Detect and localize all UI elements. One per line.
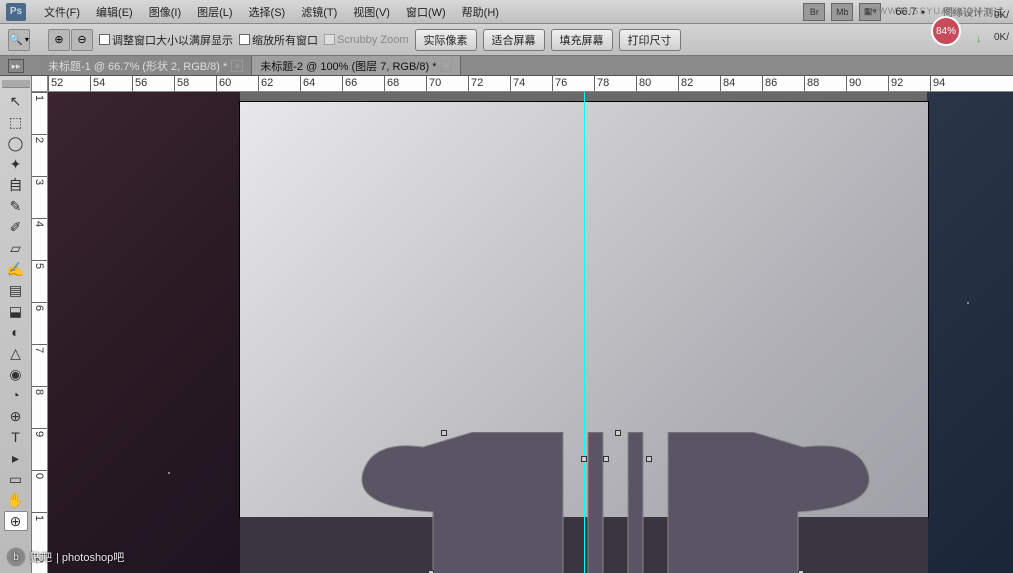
actual-pixels-button[interactable]: 实际像素 [415,29,477,51]
canvas-bg-right [927,92,1013,573]
menu-bar: Ps 文件(F) 编辑(E) 图像(I) 图层(L) 选择(S) 滤镜(T) 视… [0,0,1013,24]
menu-file[interactable]: 文件(F) [36,4,88,20]
close-icon[interactable]: × [440,60,452,72]
menu-select[interactable]: 选择(S) [241,4,294,20]
menu-help[interactable]: 帮助(H) [454,4,507,20]
options-bar: 🔍▾ ⊕ ⊖ 调整窗口大小以满屏显示 缩放所有窗口 Scrubby Zoom 实… [0,24,1013,56]
hand-tool[interactable]: ✋ [4,490,28,510]
pen-tool[interactable]: ◔ [4,385,28,405]
move-tool[interactable]: ↖ [4,91,28,111]
canvas-bg-left [48,92,240,573]
minibridge-icon[interactable]: Mb [831,3,853,21]
lasso-tool[interactable]: ◯ [4,133,28,153]
healing-tool[interactable]: ✐ [4,217,28,237]
tools-panel: ↖ ⬚ ◯ ✦ ⾃ ✎ ✐ ▱ ✍ ▤ ⬓ ◐ △ ◉ ◔ ⊕ T ▸ ▭ ✋ … [0,76,32,573]
status-ok-2: 0K/ [994,32,1009,43]
document-viewport[interactable] [48,92,1013,573]
zoom-all-checkbox[interactable]: 缩放所有窗口 [239,32,318,48]
menu-layer[interactable]: 图层(L) [189,4,240,20]
status-ok-1: 0K/ [994,10,1009,21]
print-size-button[interactable]: 打印尺寸 [619,29,681,51]
marquee-tool[interactable]: ⬚ [4,112,28,132]
fill-screen-button[interactable]: 填充屏幕 [551,29,613,51]
zoom-mode-group: ⊕ ⊖ [48,29,93,51]
close-icon[interactable]: × [231,60,243,72]
transform-handle[interactable] [615,430,621,436]
workspace: ↖ ⬚ ◯ ✦ ⾃ ✎ ✐ ▱ ✍ ▤ ⬓ ◐ △ ◉ ◔ ⊕ T ▸ ▭ ✋ … [0,76,1013,573]
3d-tool[interactable]: ▭ [4,469,28,489]
zoom-in-icon[interactable]: ⊕ [48,29,70,51]
document-tab-bar: 未标题-1 @ 66.7% (形状 2, RGB/8) * × 未标题-2 @ … [0,56,1013,76]
watermark-url: WWW.MISSYUAN.COM [869,6,983,16]
path-select-tool[interactable]: T [4,427,28,447]
transform-handle[interactable] [603,456,609,462]
vector-shape [353,432,873,573]
bridge-icon[interactable]: Br [803,3,825,21]
menu-view[interactable]: 视图(V) [345,4,398,20]
crop-tool[interactable]: ⾃ [4,175,28,195]
zoom-tool-preset[interactable]: 🔍▾ [8,29,30,51]
document-tab-1[interactable]: 未标题-1 @ 66.7% (形状 2, RGB/8) * × [40,56,252,75]
collapse-panels-icon[interactable]: ▸▸ [8,59,24,73]
stamp-tool[interactable]: ✍ [4,259,28,279]
download-arrow-icon: ↓ [976,34,981,45]
watermark-label: | photoshop吧 [56,549,124,565]
menu-window[interactable]: 窗口(W) [398,4,454,20]
dodge-tool[interactable]: ◉ [4,364,28,384]
eyedropper-tool[interactable]: ✎ [4,196,28,216]
eraser-tool[interactable]: ⬓ [4,301,28,321]
transform-handle[interactable] [441,430,447,436]
transform-handle[interactable] [581,456,587,462]
shape-tool[interactable]: ▸ [4,448,28,468]
blur-tool[interactable]: △ [4,343,28,363]
canvas-area: 5254565860626466687072747678808284868890… [32,76,1013,573]
resize-window-checkbox[interactable]: 调整窗口大小以满屏显示 [99,32,233,48]
panel-grip[interactable] [2,80,30,88]
transform-handle[interactable] [646,456,652,462]
menu-filter[interactable]: 滤镜(T) [293,4,345,20]
progress-badge: 84% [931,16,961,46]
menu-image[interactable]: 图像(I) [141,4,189,20]
type-tool[interactable]: ⊕ [4,406,28,426]
brush-tool[interactable]: ▱ [4,238,28,258]
vertical-ruler[interactable]: 123456789012 [32,92,48,573]
ruler-origin[interactable] [32,76,48,92]
app-logo: Ps [6,3,26,21]
vertical-guide[interactable] [584,92,585,573]
gradient-tool[interactable]: ◐ [4,322,28,342]
baidu-logo-icon: b [6,547,26,567]
watermark-brand: 贴吧 [30,549,52,565]
document-tab-2[interactable]: 未标题-2 @ 100% (图层 7, RGB/8) * × [252,56,461,75]
scrubby-zoom-checkbox: Scrubby Zoom [324,34,409,46]
history-brush-tool[interactable]: ▤ [4,280,28,300]
tab-title: 未标题-1 @ 66.7% (形状 2, RGB/8) * [48,58,227,74]
menu-edit[interactable]: 编辑(E) [88,4,141,20]
tab-title: 未标题-2 @ 100% (图层 7, RGB/8) * [260,58,436,74]
magic-wand-tool[interactable]: ✦ [4,154,28,174]
zoom-tool[interactable]: ⊕ [4,511,28,531]
zoom-out-icon[interactable]: ⊖ [71,29,93,51]
fit-screen-button[interactable]: 适合屏幕 [483,29,545,51]
watermark-bottom-left: b 贴吧 | photoshop吧 [6,547,124,567]
horizontal-ruler[interactable]: 5254565860626466687072747678808284868890… [48,76,1013,92]
